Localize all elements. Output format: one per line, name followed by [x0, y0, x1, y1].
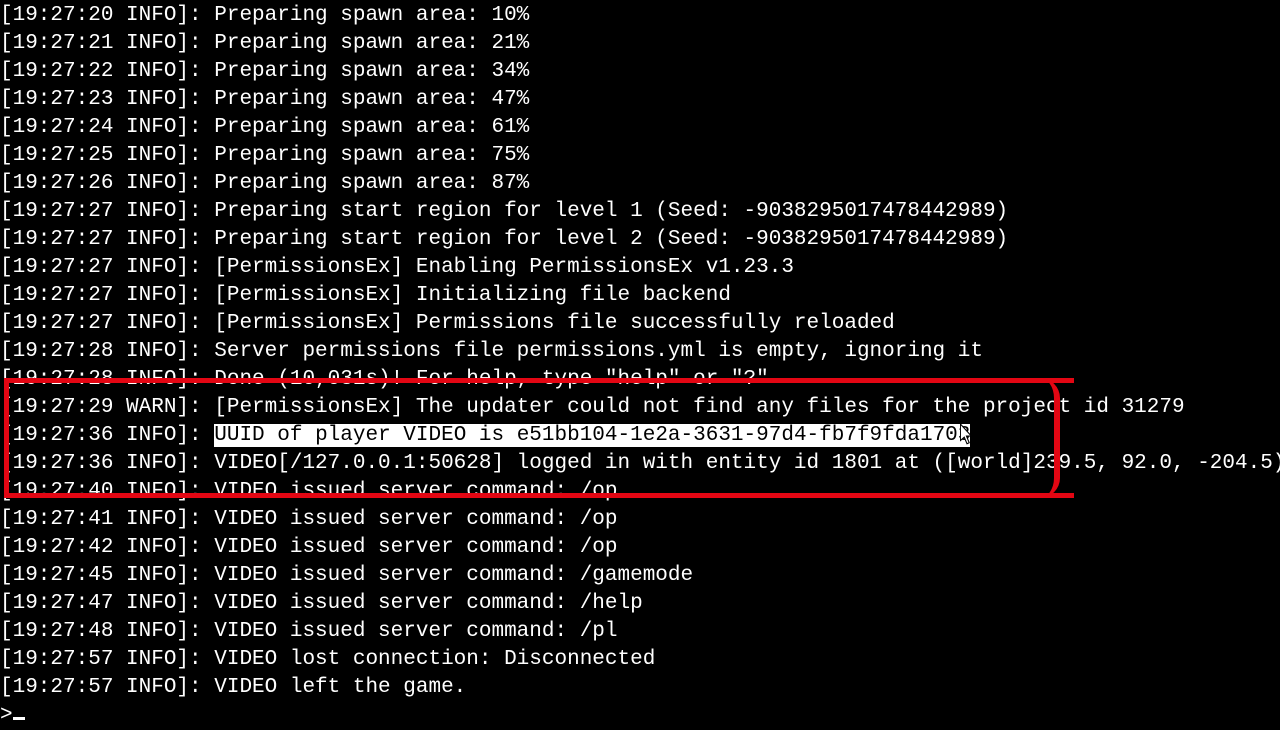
- log-line: [19:27:28 INFO]: Done (10,031s)! For hel…: [0, 366, 1280, 394]
- log-line: [19:27:45 INFO]: VIDEO issued server com…: [0, 562, 1280, 590]
- log-line: [19:27:20 INFO]: Preparing spawn area: 1…: [0, 2, 1280, 30]
- log-line: [19:27:27 INFO]: [PermissionsEx] Initial…: [0, 282, 1280, 310]
- log-line: [19:27:26 INFO]: Preparing spawn area: 8…: [0, 170, 1280, 198]
- log-line: [19:27:24 INFO]: Preparing spawn area: 6…: [0, 114, 1280, 142]
- log-line: [19:27:36 INFO]: VIDEO[/127.0.0.1:50628]…: [0, 450, 1280, 478]
- log-line: [19:27:57 INFO]: VIDEO lost connection: …: [0, 646, 1280, 674]
- console-prompt[interactable]: >: [0, 702, 1280, 730]
- prompt-symbol: >: [0, 704, 13, 727]
- console-log: [19:27:20 INFO]: Preparing spawn area: 1…: [0, 2, 1280, 702]
- log-line: [19:27:27 INFO]: Preparing start region …: [0, 226, 1280, 254]
- log-line: [19:27:28 INFO]: Server permissions file…: [0, 338, 1280, 366]
- log-line: [19:27:47 INFO]: VIDEO issued server com…: [0, 590, 1280, 618]
- log-line: [19:27:48 INFO]: VIDEO issued server com…: [0, 618, 1280, 646]
- log-line: [19:27:41 INFO]: VIDEO issued server com…: [0, 506, 1280, 534]
- log-line: [19:27:27 INFO]: [PermissionsEx] Permiss…: [0, 310, 1280, 338]
- log-line: [19:27:40 INFO]: VIDEO issued server com…: [0, 478, 1280, 506]
- log-line: [19:27:22 INFO]: Preparing spawn area: 3…: [0, 58, 1280, 86]
- text-selection[interactable]: UUID of player VIDEO is e51bb104-1e2a-36…: [214, 424, 970, 447]
- log-line: [19:27:27 INFO]: Preparing start region …: [0, 198, 1280, 226]
- log-line: [19:27:25 INFO]: Preparing spawn area: 7…: [0, 142, 1280, 170]
- log-line: [19:27:29 WARN]: [PermissionsEx] The upd…: [0, 394, 1280, 422]
- log-line: [19:27:27 INFO]: [PermissionsEx] Enablin…: [0, 254, 1280, 282]
- log-line: [19:27:42 INFO]: VIDEO issued server com…: [0, 534, 1280, 562]
- log-line: [19:27:23 INFO]: Preparing spawn area: 4…: [0, 86, 1280, 114]
- log-line-uuid: [19:27:36 INFO]: UUID of player VIDEO is…: [0, 422, 1280, 450]
- log-line: [19:27:57 INFO]: VIDEO left the game.: [0, 674, 1280, 702]
- log-prefix: [19:27:36 INFO]:: [0, 424, 214, 447]
- log-line: [19:27:21 INFO]: Preparing spawn area: 2…: [0, 30, 1280, 58]
